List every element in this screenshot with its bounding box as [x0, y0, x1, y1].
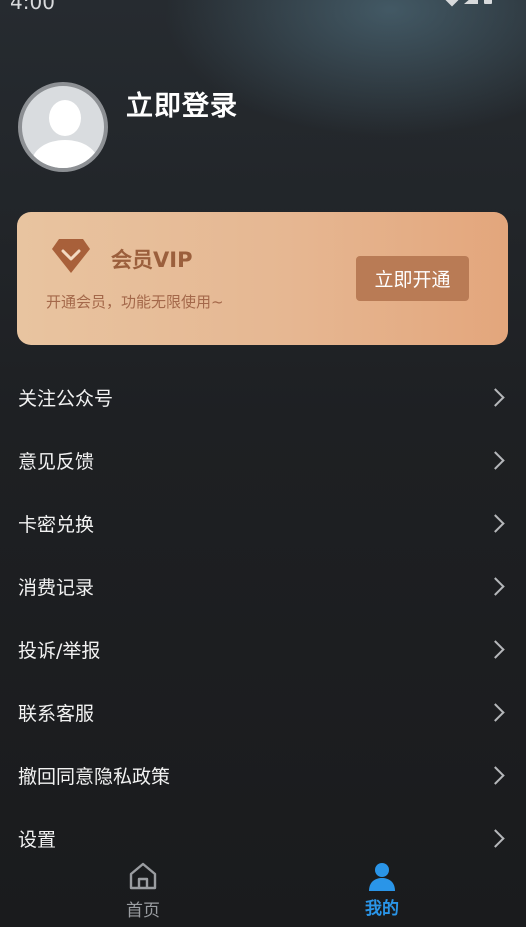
signal-icon — [464, 0, 478, 4]
vip-card: 会员VIP 开通会员，功能无限使用~ 立即开通 — [17, 212, 508, 345]
menu-item-label: 消费记录 — [18, 577, 95, 599]
avatar-body — [32, 140, 98, 168]
bottom-tab-bar: 首页 我的 — [0, 856, 526, 927]
open-vip-button[interactable]: 立即开通 — [356, 256, 469, 301]
menu-item-purchase-history[interactable]: 消费记录 — [0, 555, 526, 618]
menu-item-follow-official-account[interactable]: 关注公众号 — [0, 366, 526, 429]
avatar-head — [49, 100, 81, 136]
chevron-right-icon — [486, 514, 505, 533]
chevron-right-icon — [486, 829, 505, 848]
menu-item-report[interactable]: 投诉/举报 — [0, 618, 526, 681]
home-icon — [129, 862, 157, 890]
chevron-right-icon — [486, 766, 505, 785]
vip-subtitle: 开通会员，功能无限使用~ — [46, 293, 224, 311]
login-link[interactable]: 立即登录 — [126, 84, 238, 123]
menu-item-contact-support[interactable]: 联系客服 — [0, 681, 526, 744]
chevron-right-icon — [486, 577, 505, 596]
tab-mine[interactable]: 我的 — [322, 856, 442, 927]
menu-item-label: 联系客服 — [18, 703, 95, 725]
user-icon — [369, 863, 395, 891]
menu-item-label: 撤回同意隐私政策 — [18, 766, 171, 788]
menu-item-label: 意见反馈 — [18, 451, 95, 473]
menu-item-revoke-privacy-consent[interactable]: 撤回同意隐私政策 — [0, 744, 526, 807]
menu-item-label: 卡密兑换 — [18, 514, 95, 536]
chevron-right-icon — [486, 388, 505, 407]
chevron-right-icon — [486, 451, 505, 470]
settings-menu: 关注公众号 意见反馈 卡密兑换 消费记录 投诉/举报 联系客服 撤回同意隐私政策… — [0, 366, 526, 870]
tab-label: 首页 — [126, 901, 160, 921]
menu-item-redeem-code[interactable]: 卡密兑换 — [0, 492, 526, 555]
chevron-right-icon — [486, 640, 505, 659]
menu-item-feedback[interactable]: 意见反馈 — [0, 429, 526, 492]
menu-item-label: 投诉/举报 — [18, 640, 101, 662]
tab-home[interactable]: 首页 — [83, 856, 203, 927]
vip-title: 会员VIP — [111, 248, 193, 272]
wifi-icon — [443, 0, 461, 7]
tab-label: 我的 — [365, 899, 399, 919]
status-icons — [443, 0, 492, 7]
status-time: 4:00 — [10, 0, 55, 14]
battery-icon — [484, 0, 492, 4]
diamond-icon — [52, 239, 90, 273]
chevron-right-icon — [486, 703, 505, 722]
menu-item-label: 关注公众号 — [18, 388, 114, 410]
menu-item-label: 设置 — [18, 829, 57, 851]
avatar[interactable] — [18, 82, 108, 172]
